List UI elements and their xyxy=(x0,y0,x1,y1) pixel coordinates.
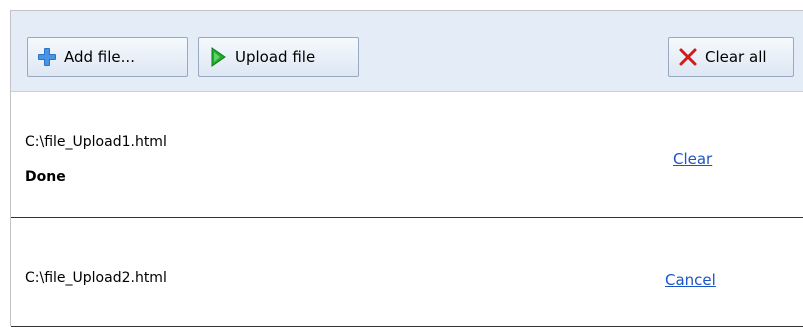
cancel-link[interactable]: Cancel xyxy=(665,271,716,289)
x-icon xyxy=(678,47,698,67)
upload-file-label: Upload file xyxy=(235,48,316,66)
add-file-button[interactable]: Add file... xyxy=(27,37,188,77)
play-arrow-icon xyxy=(208,47,228,67)
toolbar: Add file... Upload file Clear all xyxy=(11,11,803,92)
clear-all-button[interactable]: Clear all xyxy=(668,37,794,77)
clear-link[interactable]: Clear xyxy=(673,150,712,168)
upload-status: Done xyxy=(25,169,66,185)
upload-file-button[interactable]: Upload file xyxy=(198,37,359,77)
file-upload-panel: Add file... Upload file Clear all C:\fil… xyxy=(10,10,803,327)
clear-all-label: Clear all xyxy=(705,48,767,66)
file-name: C:\file_Upload1.html xyxy=(25,134,167,150)
plus-icon xyxy=(37,47,57,67)
file-row: C:\file_Upload1.html Done Clear xyxy=(11,92,803,218)
file-name: C:\file_Upload2.html xyxy=(25,270,167,286)
add-file-label: Add file... xyxy=(64,48,135,66)
file-row: C:\file_Upload2.html Cancel xyxy=(11,219,803,327)
